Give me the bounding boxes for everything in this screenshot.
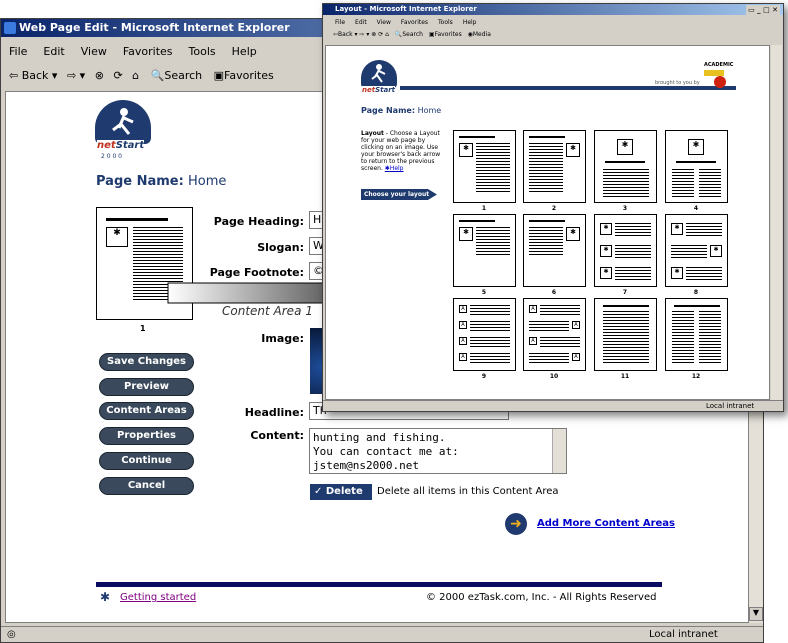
content-textarea[interactable]: hunting and fishing. You can contact me a… <box>309 428 567 474</box>
forward-button[interactable]: ⇨ ▾ <box>67 69 85 82</box>
window-title: Web Page Edit - Microsoft Internet Explo… <box>19 21 290 34</box>
layout-number-3: 3 <box>622 205 628 212</box>
image-icon: ✱ <box>106 227 128 247</box>
front-menu-help[interactable]: Help <box>463 19 477 26</box>
slogan-label: Slogan: <box>257 241 304 254</box>
layout-option-8[interactable]: ✱ ✱ ✱ <box>665 214 728 287</box>
layout-option-2[interactable]: ✱ <box>523 130 586 203</box>
front-back-button[interactable]: ⇦Back ▾ ⇨ ▾ ⊗ ⟳ ⌂ <box>333 31 389 38</box>
menu-file[interactable]: File <box>9 45 27 58</box>
footer-rule <box>96 582 662 587</box>
delete-description: Delete all items in this Content Area <box>377 486 559 497</box>
page-heading-label: Page Heading: <box>213 215 304 228</box>
properties-button[interactable]: Properties <box>99 427 194 445</box>
menu-edit[interactable]: Edit <box>43 45 64 58</box>
toolbar: ⇦ Back ▾ ⇨ ▾ ⊗ ⟳ ⌂ 🔍Search ▣Favorites <box>9 69 274 82</box>
layout-number-2: 2 <box>551 205 557 212</box>
front-status-bar: Local intranet <box>323 400 783 412</box>
layout-number-9: 9 <box>481 373 487 380</box>
stop-icon[interactable]: ⊗ <box>95 69 104 82</box>
save-changes-button[interactable]: Save Changes <box>99 353 194 371</box>
front-menu-bar: File Edit View Favorites Tools Help <box>335 19 493 26</box>
front-status-zone: Local intranet <box>706 402 755 410</box>
favorites-button[interactable]: ▣Favorites <box>214 69 274 82</box>
getting-started-link[interactable]: Getting started <box>120 592 196 603</box>
home-icon[interactable]: ⌂ <box>132 69 139 82</box>
front-vertical-scrollbar[interactable] <box>771 45 782 400</box>
layout-option-7[interactable]: ✱ ✱ ✱ <box>594 214 657 287</box>
layout-option-11[interactable] <box>594 298 657 371</box>
layout-number-5: 5 <box>481 289 487 296</box>
front-menu-view[interactable]: View <box>377 19 391 26</box>
academic-logo: ACADEMIC <box>700 62 734 90</box>
apple-icon <box>714 76 726 88</box>
headline-label: Headline: <box>244 406 304 419</box>
menu-view[interactable]: View <box>81 45 107 58</box>
front-menu-favorites[interactable]: Favorites <box>401 19 428 26</box>
layout-number-6: 6 <box>551 289 557 296</box>
layout-option-10[interactable]: AAAA <box>523 298 586 371</box>
copyright: © 2000 ezTask.com, Inc. - All Rights Res… <box>426 592 657 603</box>
brought-by: brought to you by <box>655 80 700 86</box>
content-label: Content: <box>250 429 304 442</box>
layout-number-10: 10 <box>549 373 559 380</box>
front-toolbar: ⇦Back ▾ ⇨ ▾ ⊗ ⟳ ⌂ 🔍Search ▣Favorites ◉Me… <box>333 31 491 38</box>
layout-option-12[interactable] <box>665 298 728 371</box>
layout-option-6[interactable]: ✱ <box>523 214 586 287</box>
textarea-scrollbar[interactable] <box>552 429 566 473</box>
layout-option-1[interactable]: ✱ <box>453 130 516 203</box>
layout-number-11: 11 <box>620 373 630 380</box>
status-bar: ◎ Local intranet <box>1 626 763 642</box>
ie-icon <box>4 22 16 34</box>
netstart-logo: netStart 2 0 0 0 <box>95 100 155 162</box>
front-title-bar: Layout - Microsoft Internet Explorer ▭ _… <box>323 4 783 16</box>
header-band <box>400 86 736 90</box>
layout-instructions: Layout - Choose a Layout for your web pa… <box>361 130 441 172</box>
page-name: Page Name: Home <box>96 174 227 189</box>
layout-number-8: 8 <box>693 289 699 296</box>
help-link[interactable]: ✱Help <box>385 165 404 172</box>
menu-help[interactable]: Help <box>232 45 257 58</box>
menu-tools[interactable]: Tools <box>189 45 216 58</box>
layout-option-4[interactable]: ✱ <box>665 130 728 203</box>
window-controls[interactable]: ▭ _ □ ✕ <box>746 5 780 16</box>
delete-button[interactable]: ✓ Delete <box>310 484 372 500</box>
preview-button[interactable]: Preview <box>99 378 194 396</box>
layout-number-1: 1 <box>481 205 487 212</box>
front-netstart-logo: netStart <box>361 60 401 102</box>
cancel-button[interactable]: Cancel <box>99 477 194 495</box>
front-menu-tools[interactable]: Tools <box>438 19 453 26</box>
layout-option-3[interactable]: ✱ <box>594 130 657 203</box>
front-menu-edit[interactable]: Edit <box>355 19 367 26</box>
add-more-content-areas-link[interactable]: Add More Content Areas <box>537 518 675 529</box>
menu-bar: File Edit View Favorites Tools Help <box>9 45 273 58</box>
layout-number-12: 12 <box>691 373 701 380</box>
choose-layout-label: Choose your layout <box>361 189 437 200</box>
arrow-circle-icon[interactable]: ➜ <box>505 513 527 535</box>
layout-option-5[interactable]: ✱ <box>453 214 516 287</box>
front-search-button[interactable]: 🔍Search <box>395 31 423 38</box>
refresh-icon[interactable]: ⟳ <box>113 69 122 82</box>
runner-icon <box>112 108 134 135</box>
status-ie-icon: ◎ <box>7 629 16 640</box>
status-zone: Local intranet <box>649 629 718 640</box>
layout-number-4: 4 <box>693 205 699 212</box>
layout-number: 1 <box>140 324 146 333</box>
layout-number-7: 7 <box>622 289 628 296</box>
layout-option-9[interactable]: AAAA <box>453 298 516 371</box>
front-favorites-button[interactable]: ▣Favorites <box>429 31 462 38</box>
front-page-name: Page Name: Home <box>361 106 442 115</box>
front-runner-icon <box>371 64 386 83</box>
continue-button[interactable]: Continue <box>99 452 194 470</box>
menu-favorites[interactable]: Favorites <box>123 45 173 58</box>
front-menu-file[interactable]: File <box>335 19 345 26</box>
front-window-title: Layout - Microsoft Internet Explorer <box>335 5 477 13</box>
runner-small-icon: ✱ <box>100 590 111 604</box>
back-button[interactable]: ⇦ Back ▾ <box>9 69 57 82</box>
content-areas-button[interactable]: Content Areas <box>99 402 194 420</box>
front-media-button[interactable]: ◉Media <box>468 31 491 38</box>
search-button[interactable]: 🔍Search <box>151 69 203 82</box>
scroll-down-arrow[interactable]: ▼ <box>749 607 763 621</box>
